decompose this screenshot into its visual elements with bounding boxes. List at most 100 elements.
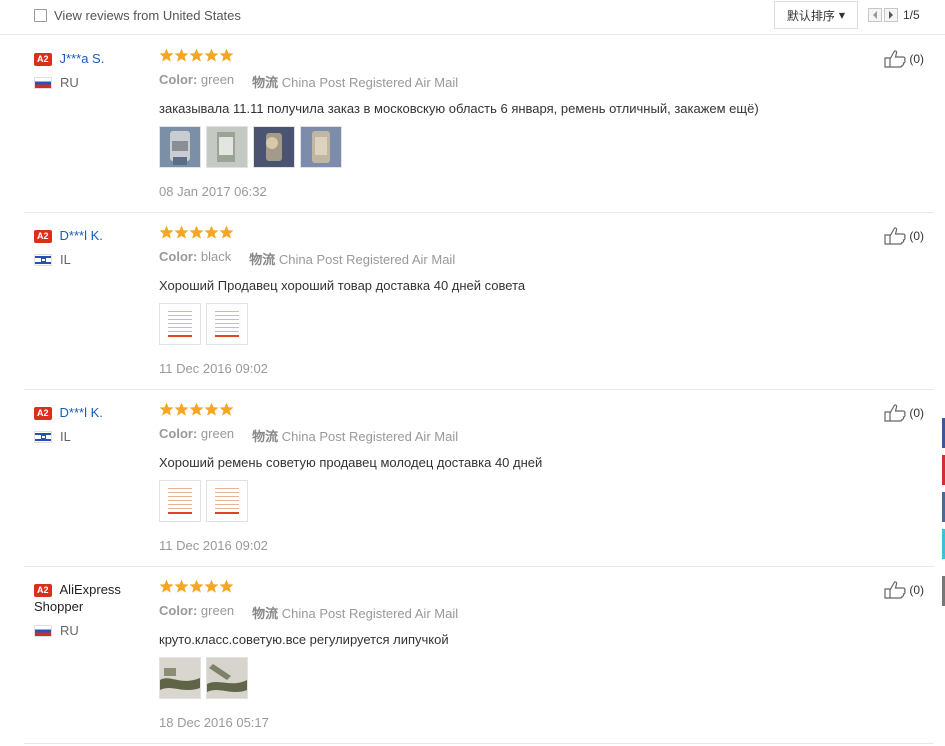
review-date: 11 Dec 2016 09:02 [159, 361, 268, 376]
review-text: Хороший Продавец хороший товар доставка … [159, 278, 526, 293]
thumbs-up-icon [884, 50, 906, 68]
review-date: 18 Dec 2016 05:17 [159, 715, 269, 730]
country-code: IL [60, 429, 71, 444]
review-item: A2 D***l K. IL Color: black 物流 China Post… [24, 212, 934, 390]
reviewer-info: A2 D***l K. IL [34, 227, 149, 267]
reviewer-country: IL [34, 429, 149, 444]
star-rating [159, 579, 859, 596]
chevron-down-icon: ▼ [838, 10, 846, 20]
level-badge: A2 [34, 53, 52, 66]
review-text: заказывала 11.11 получила заказ в москов… [159, 101, 759, 116]
star-icon [174, 402, 189, 416]
reviews-toolbar: View reviews from United States 默认排序 ▼ 1… [0, 0, 945, 35]
helpful-count: (0) [909, 406, 924, 420]
review-item: A2 J***a S. RU Color: green 物流 China Post… [24, 35, 934, 213]
review-photo-thumbnail[interactable] [206, 657, 248, 699]
us-filter-checkbox[interactable] [34, 9, 47, 22]
reviewer-name[interactable]: J***a S. [60, 51, 105, 66]
us-filter-label[interactable]: View reviews from United States [54, 8, 241, 23]
level-badge: A2 [34, 407, 52, 420]
sort-label: 默认排序 [786, 8, 835, 23]
star-icon [159, 48, 174, 62]
star-icon [174, 579, 189, 593]
review-photo-thumbnail[interactable] [206, 480, 248, 522]
reviewer-country: RU [34, 623, 149, 638]
review-text: Хороший ремень советую продавец молодец … [159, 455, 543, 470]
helpful-button[interactable]: (0) [884, 404, 924, 422]
color-attr: Color: black [159, 249, 232, 264]
star-icon [189, 225, 204, 239]
page-indicator: 1/5 [903, 8, 920, 22]
chevron-left-icon [873, 11, 877, 19]
review-photo-thumbnail[interactable] [300, 126, 342, 168]
review-photo-thumbnail[interactable] [253, 126, 295, 168]
star-icon [204, 225, 219, 239]
chevron-right-icon [889, 11, 893, 19]
thumbs-up-icon [884, 581, 906, 599]
review-photo-thumbnail[interactable] [206, 303, 248, 345]
reviewer-country: RU [34, 75, 149, 90]
star-icon [204, 402, 219, 416]
star-icon [204, 48, 219, 62]
reviewer-name[interactable]: D***l K. [60, 405, 103, 420]
next-page-button[interactable] [884, 8, 898, 22]
star-icon [159, 225, 174, 239]
helpful-button[interactable]: (0) [884, 50, 924, 68]
helpful-count: (0) [909, 583, 924, 597]
helpful-button[interactable]: (0) [884, 581, 924, 599]
review-photo-thumbnail[interactable] [159, 480, 201, 522]
shipping-method: 物流 China Post Registered Air Mail [252, 75, 459, 90]
review-text: круто.класс.советую.все регулируется лип… [159, 632, 449, 647]
star-icon [219, 225, 234, 239]
review-date: 08 Jan 2017 06:32 [159, 184, 267, 199]
review-photo-thumbnail[interactable] [159, 126, 201, 168]
country-code: RU [60, 75, 79, 90]
prev-page-button[interactable] [868, 8, 882, 22]
star-icon [189, 579, 204, 593]
review-date: 11 Dec 2016 09:02 [159, 538, 268, 553]
us-filter[interactable]: View reviews from United States [34, 8, 241, 23]
color-attr: Color: green [159, 426, 235, 441]
star-icon [189, 402, 204, 416]
star-rating [159, 48, 859, 65]
star-rating [159, 402, 859, 419]
star-icon [219, 402, 234, 416]
thumbs-up-icon [884, 227, 906, 245]
israel-flag-icon [34, 253, 52, 266]
reviewer-country: IL [34, 252, 149, 267]
star-icon [219, 579, 234, 593]
star-icon [174, 48, 189, 62]
review-photos [159, 126, 859, 168]
helpful-count: (0) [909, 52, 924, 66]
star-icon [219, 48, 234, 62]
review-photo-thumbnail[interactable] [159, 303, 201, 345]
thumbs-up-icon [884, 404, 906, 422]
reviewer-info: A2 J***a S. RU [34, 50, 149, 90]
review-photos [159, 303, 859, 345]
shipping-method: 物流 China Post Registered Air Mail [249, 252, 456, 267]
shipping-method: 物流 China Post Registered Air Mail [252, 606, 459, 621]
reviewer-name[interactable]: D***l K. [60, 228, 103, 243]
helpful-count: (0) [909, 229, 924, 243]
review-photos [159, 657, 859, 699]
pager: 1/5 [868, 8, 920, 22]
russia-flag-icon [34, 624, 52, 637]
level-badge: A2 [34, 230, 52, 243]
review-item: A2 AliExpress Shopper RU Color: green 物流 … [24, 566, 934, 744]
review-photos [159, 480, 859, 522]
helpful-button[interactable]: (0) [884, 227, 924, 245]
country-code: RU [60, 623, 79, 638]
reviewer-info: A2 D***l K. IL [34, 404, 149, 444]
russia-flag-icon [34, 76, 52, 89]
country-code: IL [60, 252, 71, 267]
review-photo-thumbnail[interactable] [206, 126, 248, 168]
shipping-method: 物流 China Post Registered Air Mail [252, 429, 459, 444]
review-item: A2 D***l K. IL Color: green 物流 China Post… [24, 389, 934, 567]
sort-dropdown[interactable]: 默认排序 ▼ [774, 1, 858, 29]
color-attr: Color: green [159, 72, 235, 87]
israel-flag-icon [34, 430, 52, 443]
review-photo-thumbnail[interactable] [159, 657, 201, 699]
star-icon [159, 402, 174, 416]
reviewer-info: A2 AliExpress Shopper RU [34, 581, 149, 638]
star-icon [159, 579, 174, 593]
